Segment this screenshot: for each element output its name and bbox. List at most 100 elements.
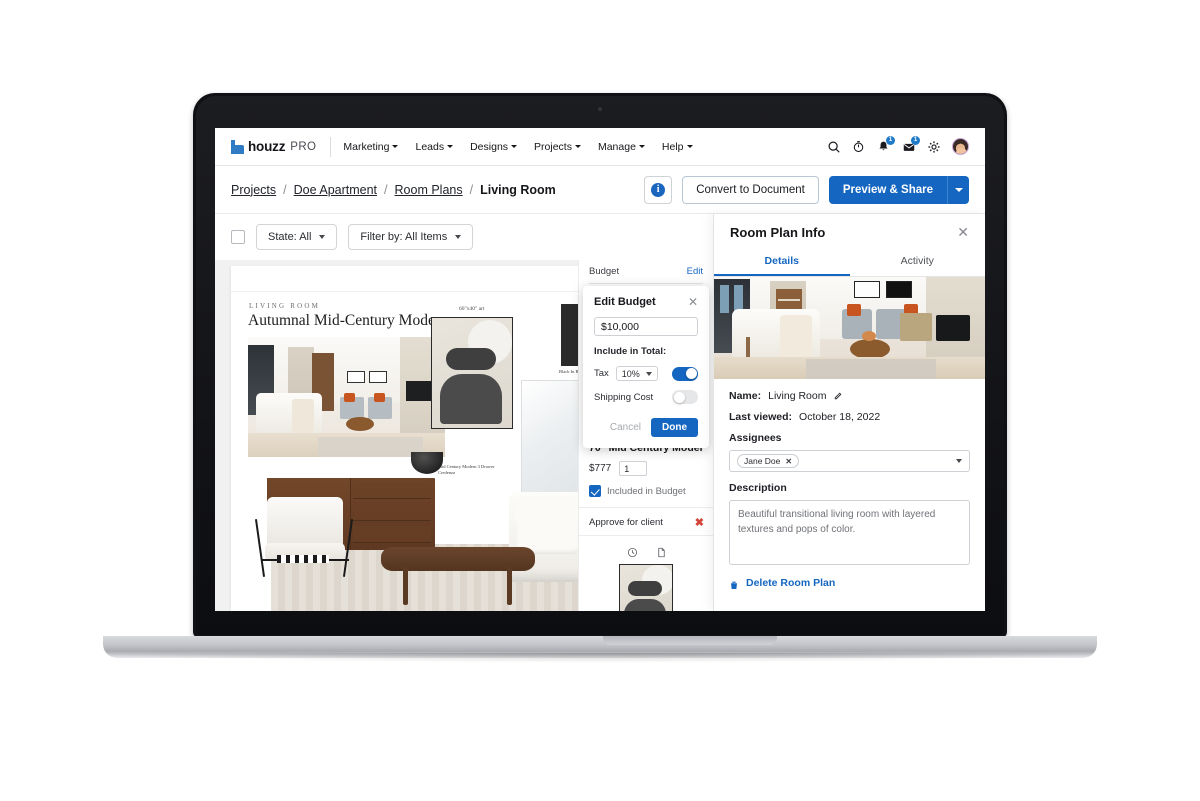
budget-amount-input[interactable]: $10,000 xyxy=(594,317,698,336)
tab-activity[interactable]: Activity xyxy=(850,250,986,276)
product-card-icons xyxy=(579,536,714,558)
budget-edit-link[interactable]: Edit xyxy=(687,266,703,277)
assignees-select[interactable]: Jane Doe ✕ xyxy=(729,450,970,472)
done-button[interactable]: Done xyxy=(651,418,698,437)
preview-share-dropdown-button[interactable] xyxy=(947,175,969,204)
trash-icon xyxy=(729,578,739,589)
breadcrumb-separator: / xyxy=(469,182,474,197)
info-button[interactable]: i xyxy=(644,175,673,204)
moodboard-title: Autumnal Mid-Century Modern xyxy=(248,312,448,329)
clock-icon[interactable] xyxy=(627,545,638,558)
room-plan-info-panel: Room Plan Info ✕ Details Activity Name: … xyxy=(713,214,985,611)
edit-budget-popover: Edit Budget ✕ $10,000 Include in Total: … xyxy=(583,286,709,448)
panel-title: Room Plan Info xyxy=(730,224,826,240)
nav-item-label: Manage xyxy=(597,140,636,153)
state-filter-dropdown[interactable]: State: All xyxy=(256,224,338,250)
chevron-down-icon xyxy=(392,145,399,148)
description-label: Description xyxy=(729,482,787,494)
convert-to-document-button[interactable]: Convert to Document xyxy=(682,175,819,204)
moodboard-credenza-label: Mid Century Modern 3 Drawer Credenza xyxy=(438,464,495,475)
document-icon[interactable] xyxy=(656,545,667,558)
info-icon: i xyxy=(651,182,666,197)
assignee-chip: Jane Doe ✕ xyxy=(737,454,800,468)
moodboard-art-frame xyxy=(431,317,513,429)
chevron-down-icon xyxy=(574,145,581,148)
preview-share-button[interactable]: Preview & Share xyxy=(828,175,947,204)
delete-room-plan-button[interactable]: Delete Room Plan xyxy=(729,577,970,589)
breadcrumb-link-room-plans[interactable]: Room Plans xyxy=(395,183,463,197)
avatar[interactable] xyxy=(952,138,969,155)
shipping-cost-label: Shipping Cost xyxy=(594,391,654,403)
edit-budget-header: Edit Budget ✕ xyxy=(594,296,698,308)
description-textarea[interactable]: Beautiful transitional living room with … xyxy=(729,500,970,565)
tax-toggle[interactable] xyxy=(672,366,698,381)
header-actions: i Convert to Document Preview & Share xyxy=(644,175,969,204)
breadcrumb-separator: / xyxy=(283,182,287,197)
room-plan-panel-header: Room Plan Info ✕ xyxy=(714,214,985,250)
nav-item-leads[interactable]: Leads xyxy=(415,141,454,153)
laptop-shadow xyxy=(98,653,1102,663)
gear-icon[interactable] xyxy=(927,140,941,154)
nav-item-marketing[interactable]: Marketing xyxy=(343,141,399,153)
logo-wordmark: houzz xyxy=(248,139,286,154)
moodboard-accent-chair xyxy=(254,497,354,579)
nav-item-help[interactable]: Help xyxy=(662,141,693,153)
close-icon[interactable]: ✕ xyxy=(957,225,969,239)
houzz-pro-logo[interactable]: houzz PRO xyxy=(231,139,316,154)
nav-divider xyxy=(330,136,332,157)
reject-icon[interactable]: ✖ xyxy=(695,516,704,529)
budget-label: Budget xyxy=(589,266,620,277)
logo-pro-suffix: PRO xyxy=(290,140,317,153)
room-plan-details-body: Name: Living Room Last viewed: October 1… xyxy=(714,379,985,589)
assignee-chip-label: Jane Doe xyxy=(744,456,781,466)
moodboard-room-photo xyxy=(248,337,445,457)
chevron-down-icon xyxy=(638,145,645,148)
state-filter-label: State: All xyxy=(268,231,312,243)
product-price-row: $777 1 xyxy=(589,461,704,476)
select-all-checkbox[interactable] xyxy=(231,230,245,244)
budget-product-item-2 xyxy=(579,535,714,611)
envelope-icon[interactable]: 1 xyxy=(902,135,920,154)
breadcrumb-current-page: Living Room xyxy=(480,182,556,197)
laptop-base-lip xyxy=(603,636,777,645)
shipping-cost-toggle[interactable] xyxy=(672,390,698,404)
cancel-button[interactable]: Cancel xyxy=(610,422,641,433)
moodboard-art-label: 60"x40" art xyxy=(459,306,485,312)
pencil-icon[interactable] xyxy=(833,392,842,401)
close-icon[interactable]: ✕ xyxy=(688,296,698,308)
nav-item-manage[interactable]: Manage xyxy=(598,141,645,153)
chevron-down-icon xyxy=(447,145,454,148)
nav-item-designs[interactable]: Designs xyxy=(470,141,518,153)
filter-by-dropdown[interactable]: Filter by: All Items xyxy=(348,224,474,250)
messages-badge: 1 xyxy=(911,135,920,145)
product-thumbnail-art xyxy=(619,564,673,611)
included-in-budget-checkbox[interactable] xyxy=(589,485,601,497)
edit-budget-title: Edit Budget xyxy=(594,296,656,308)
remove-assignee-icon[interactable]: ✕ xyxy=(785,457,792,466)
breadcrumb: Projects / Doe Apartment / Room Plans / … xyxy=(231,183,556,197)
breadcrumb-bar: Projects / Doe Apartment / Room Plans / … xyxy=(215,166,985,214)
nav-item-projects[interactable]: Projects xyxy=(534,141,581,153)
tab-details[interactable]: Details xyxy=(714,250,850,276)
webcam-icon xyxy=(598,107,602,111)
included-in-budget-row[interactable]: Included in Budget xyxy=(589,485,704,497)
timer-icon[interactable] xyxy=(852,140,866,154)
search-icon[interactable] xyxy=(827,140,841,154)
chevron-down-icon xyxy=(956,459,962,463)
breadcrumb-link-projects[interactable]: Projects xyxy=(231,183,276,197)
breadcrumb-separator: / xyxy=(384,182,388,197)
moodboard-eyebrow: LIVING ROOM xyxy=(249,302,321,310)
product-quantity-input[interactable]: 1 xyxy=(619,461,648,476)
bell-icon[interactable]: 1 xyxy=(877,135,895,154)
tax-rate-dropdown[interactable]: 10% xyxy=(615,366,658,381)
edit-budget-actions: Cancel Done xyxy=(594,418,698,437)
include-in-total-label: Include in Total: xyxy=(594,346,667,357)
approve-for-client-label: Approve for client xyxy=(589,517,663,528)
laptop-mockup: houzz PRO Marketing Leads Designs Projec… xyxy=(98,93,1102,663)
tax-label: Tax xyxy=(594,368,609,379)
notification-badge: 1 xyxy=(886,135,895,145)
breadcrumb-link-doe-apartment[interactable]: Doe Apartment xyxy=(294,183,377,197)
screen-viewport: houzz PRO Marketing Leads Designs Projec… xyxy=(215,128,985,611)
product-price: $777 xyxy=(589,463,612,474)
nav-item-label: Help xyxy=(661,140,684,153)
